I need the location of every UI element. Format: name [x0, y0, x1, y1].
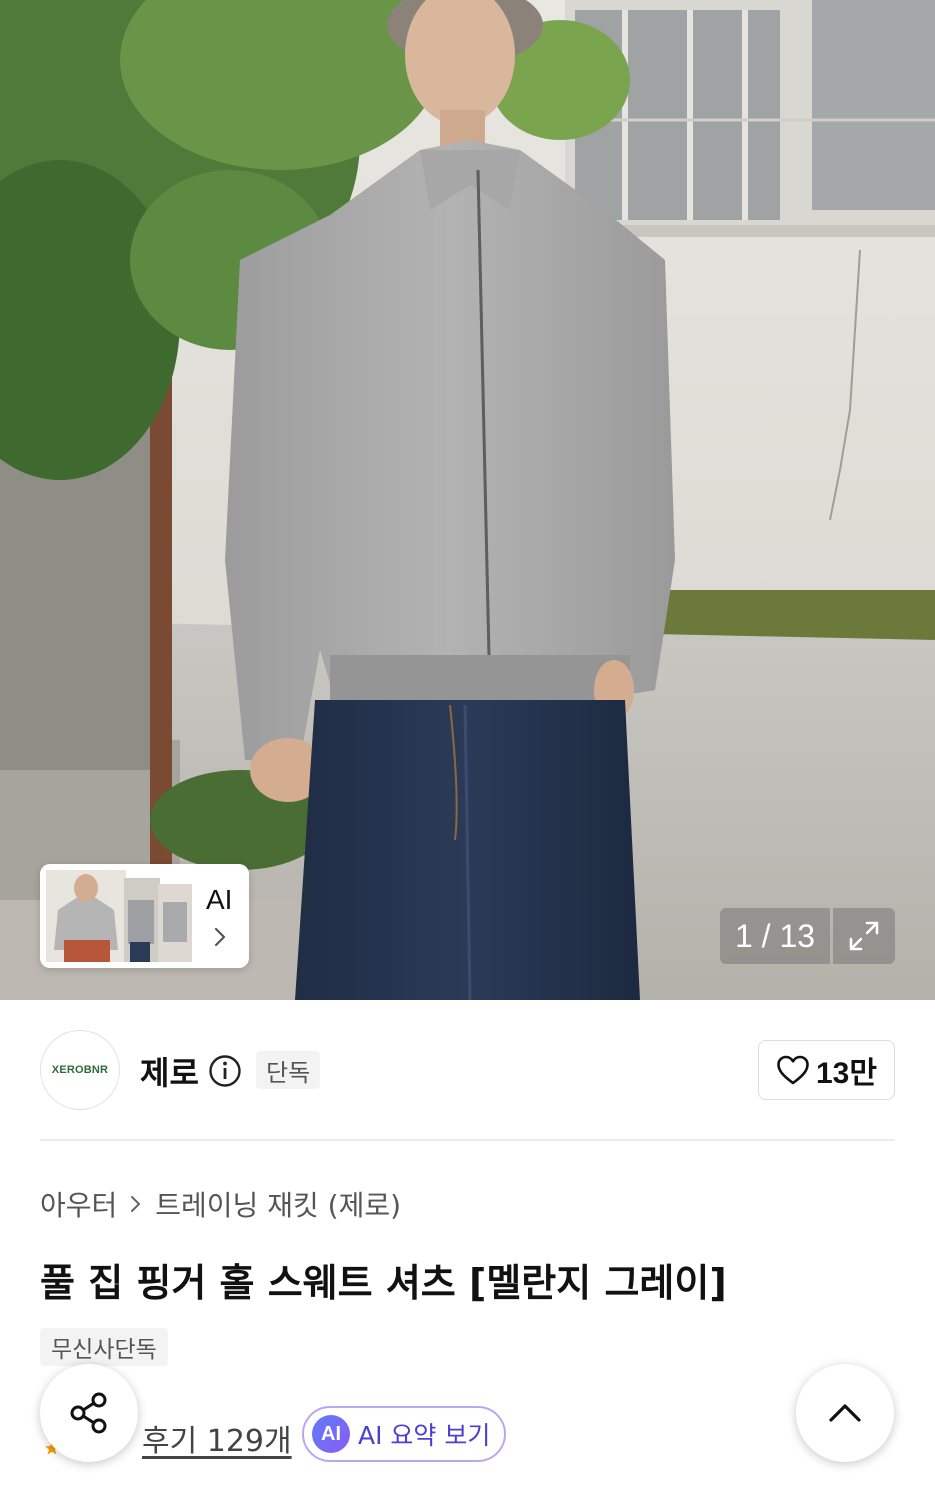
ai-thumbnail-card[interactable]: AI [40, 864, 249, 968]
chevron-right-icon [131, 1196, 141, 1212]
product-image-gallery[interactable]: AI 1 / 13 [0, 0, 935, 1000]
share-icon [70, 1392, 107, 1434]
ai-summary-label: AI 요약 보기 [358, 1421, 491, 1450]
heart-icon [777, 1055, 809, 1085]
ai-summary-button[interactable]: AI AI 요약 보기 [302, 1406, 507, 1462]
ai-badge: AI [312, 1415, 350, 1453]
chevron-up-icon [829, 1404, 861, 1422]
brand-row: XEROBNR 제로 단독 13만 [40, 1030, 895, 1110]
chevron-right-icon [214, 927, 226, 947]
breadcrumb: 아우터 트레이닝 재킷 (제로) [40, 1184, 401, 1224]
share-button[interactable] [40, 1364, 138, 1462]
section-divider [40, 1139, 895, 1141]
brand-logo[interactable]: XEROBNR [40, 1030, 120, 1110]
breadcrumb-item-category[interactable]: 트레이닝 재킷 (제로) [155, 1184, 401, 1224]
ai-label: AI [206, 884, 233, 915]
exclusive-tag: 단독 [256, 1051, 321, 1089]
scroll-top-button[interactable] [796, 1364, 894, 1462]
thumbnail-strip [46, 870, 192, 962]
musinsa-exclusive-tag: 무신사단독 [40, 1328, 168, 1366]
product-title: 풀 집 핑거 홀 스웨트 셔츠 [멜란지 그레이] [40, 1261, 727, 1305]
breadcrumb-item-outer[interactable]: 아우터 [40, 1184, 117, 1224]
like-button[interactable]: 13만 [758, 1040, 895, 1100]
expand-icon [849, 921, 879, 951]
brand-logo-text: XEROBNR [51, 1064, 109, 1076]
image-counter: 1 / 13 [720, 908, 830, 964]
like-count: 13만 [816, 1057, 877, 1090]
product-photo [0, 0, 935, 1000]
review-link[interactable]: 후기 129개 [142, 1416, 292, 1460]
info-icon[interactable] [208, 1054, 242, 1088]
brand-name[interactable]: 제로 [140, 1048, 199, 1094]
expand-button[interactable] [833, 908, 895, 964]
